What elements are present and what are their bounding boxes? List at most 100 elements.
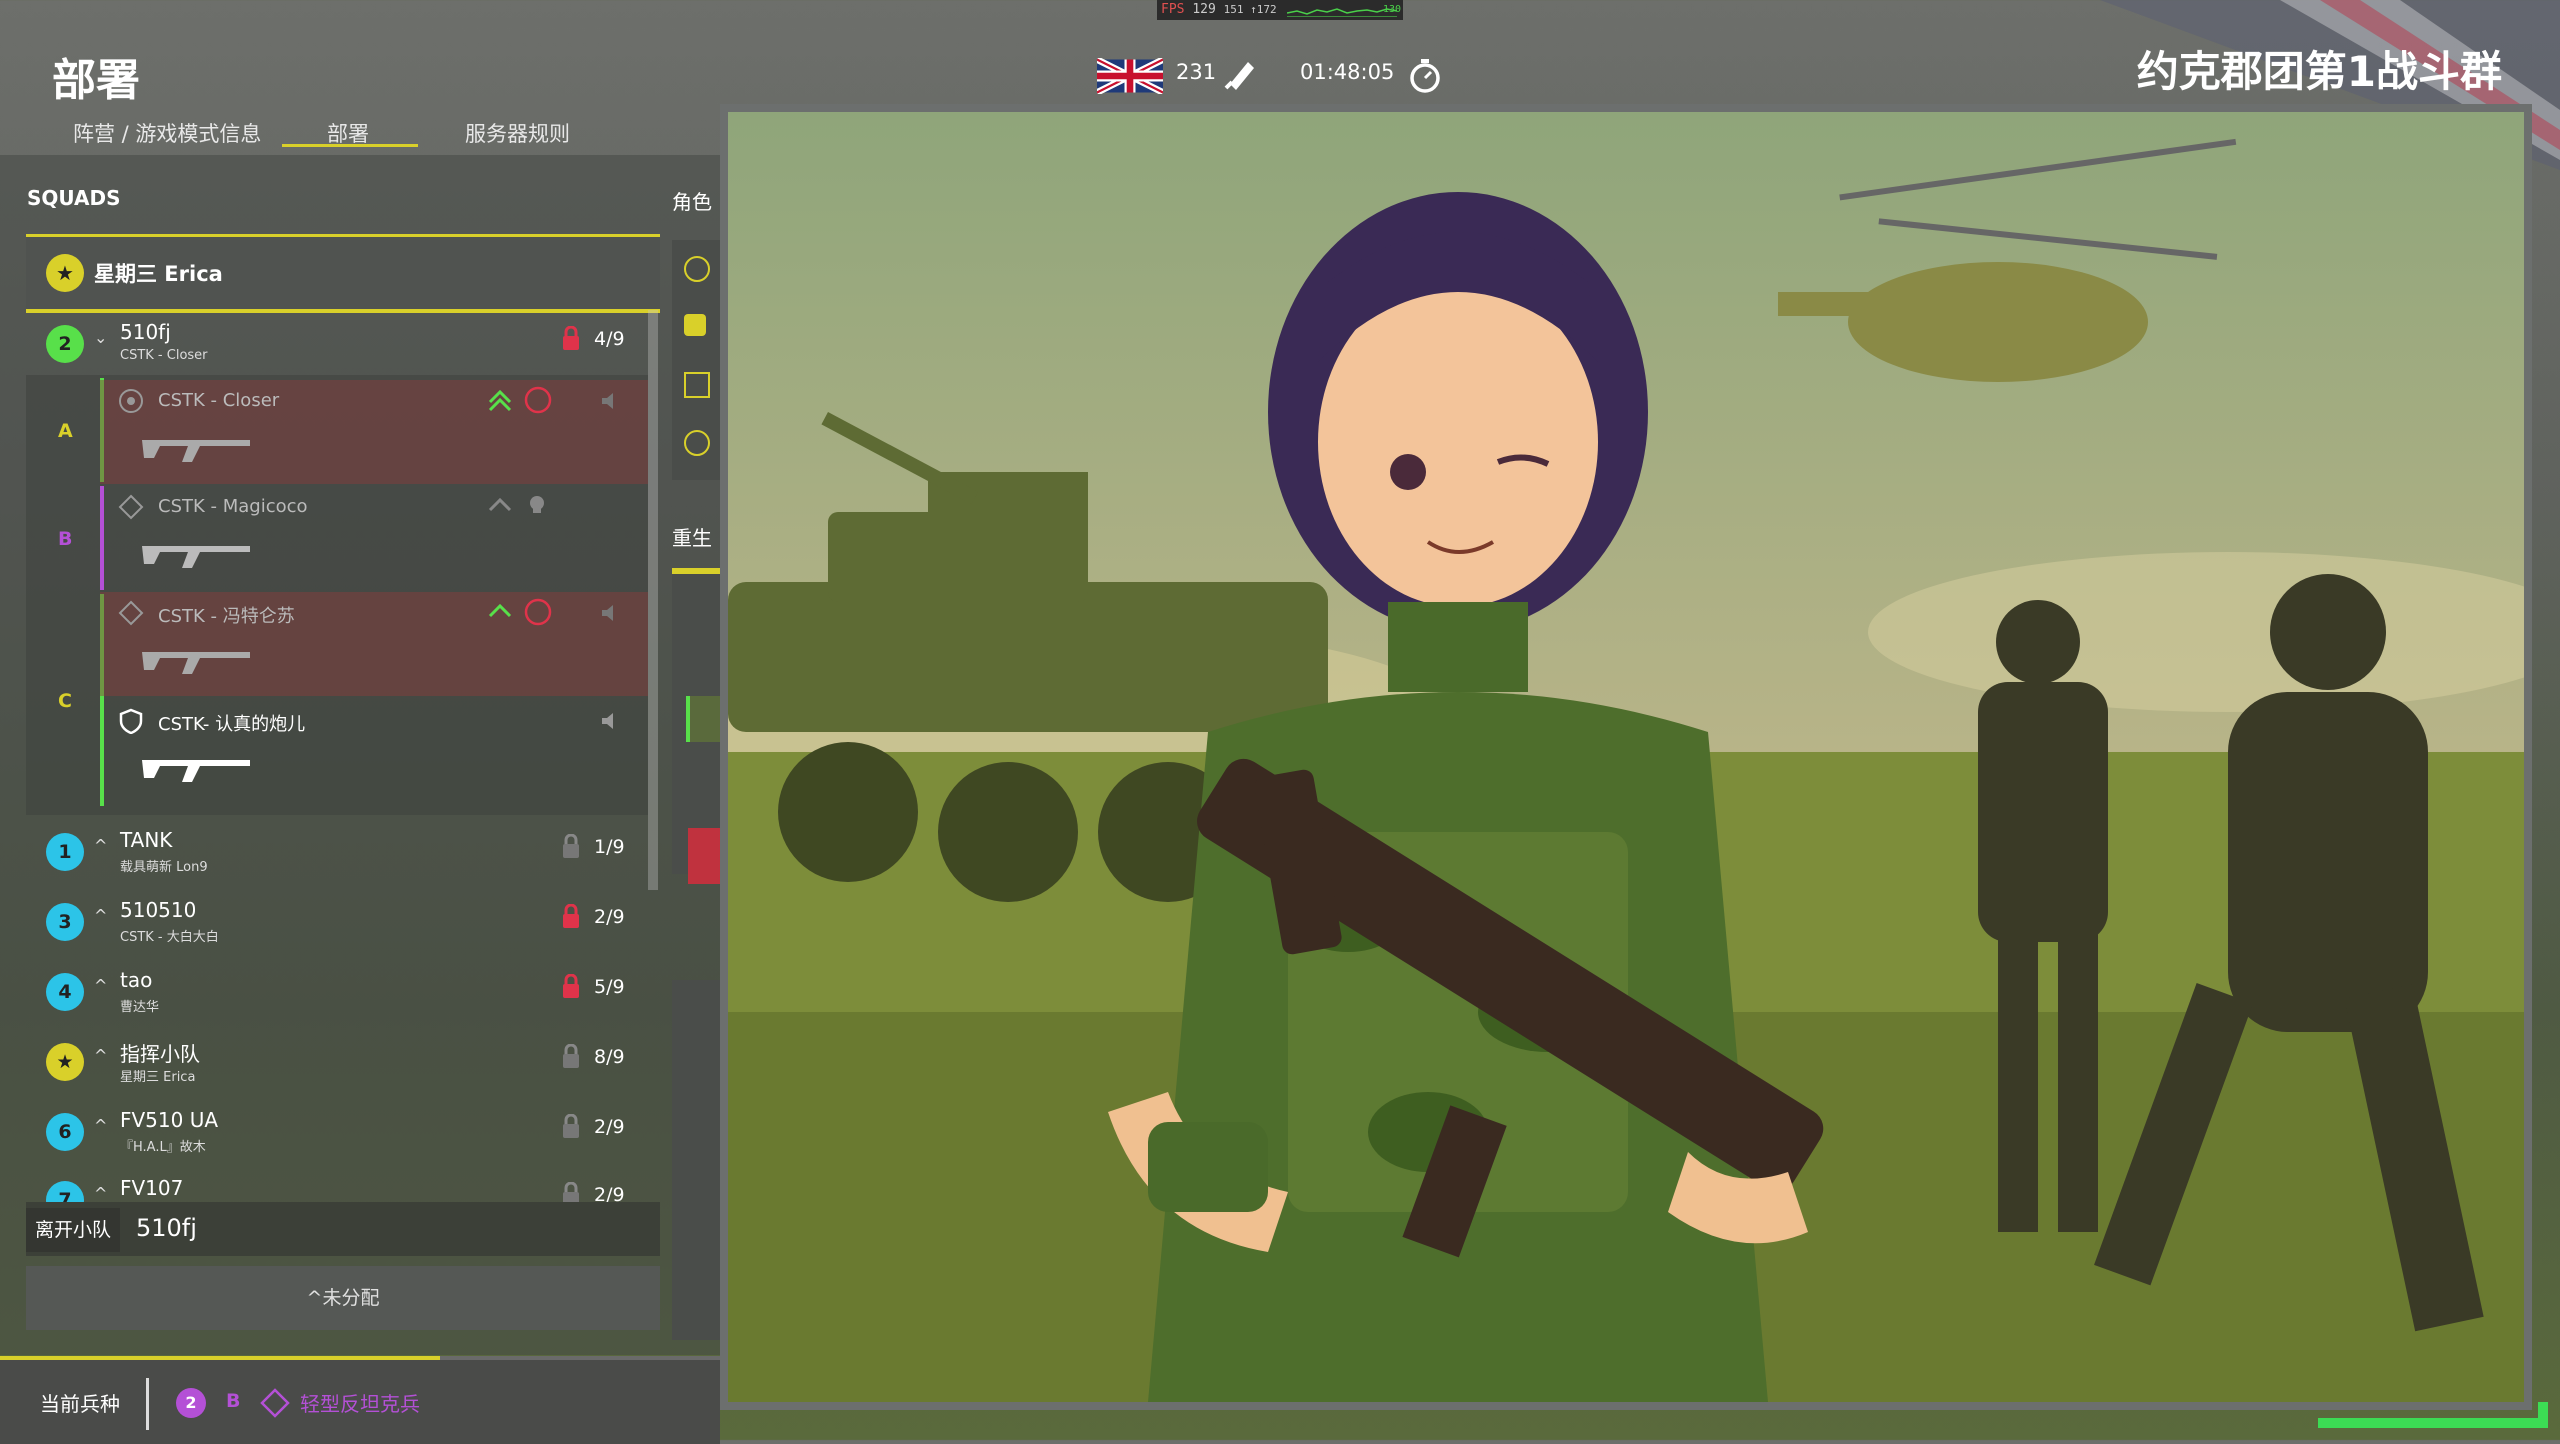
- tab-server-rules[interactable]: 服务器规则: [465, 118, 570, 148]
- squad-member[interactable]: CSTK - 冯特仑苏: [100, 592, 648, 696]
- squad-row-1[interactable]: 1 ^ TANK 载具萌新 Lon9 1/9: [26, 816, 648, 884]
- squad-name: tao: [120, 968, 153, 992]
- status-icon: [524, 598, 552, 626]
- member-name: CSTK - Magicoco: [158, 496, 308, 517]
- role-icon[interactable]: [684, 256, 710, 282]
- lock-icon[interactable]: [562, 326, 580, 350]
- bottom-progress: [440, 1356, 720, 1360]
- lock-icon[interactable]: [562, 1182, 580, 1202]
- fps-graph: [1286, 4, 1398, 17]
- role-panel: 重生: [672, 240, 724, 1350]
- role-icon[interactable]: [684, 372, 710, 398]
- role-icon: [119, 389, 143, 413]
- rank-chevron-icon: [488, 389, 512, 412]
- ticket-icon: [1224, 62, 1254, 90]
- commander-row[interactable]: ★ 星期三 Erica: [26, 234, 660, 313]
- lock-icon[interactable]: [562, 974, 580, 998]
- collapse-icon[interactable]: ⌄: [94, 328, 107, 347]
- squad-row-6[interactable]: 6 ^ FV510 UA 『H.A.L』故木 2/9: [26, 1096, 648, 1164]
- squad-row-4[interactable]: 4 ^ tao 曹达华 5/9: [26, 956, 648, 1024]
- role-icon: [118, 600, 144, 626]
- ticket-count: 231: [1176, 60, 1217, 84]
- squad-number-badge: 2: [176, 1388, 206, 1418]
- squad-leader: CSTK - 大白大白: [120, 930, 219, 945]
- squad-row-command[interactable]: ★ ^ 指挥小队 星期三 Erica 8/9: [26, 1026, 648, 1094]
- squad-name: 510510: [120, 898, 197, 922]
- leave-squad-row: [26, 1202, 660, 1256]
- squad-name: TANK: [120, 828, 173, 852]
- selected-spawn[interactable]: [686, 696, 724, 742]
- lock-icon[interactable]: [562, 1114, 580, 1138]
- squad-count: 8/9: [594, 1046, 625, 1068]
- squad-count: 2/9: [594, 1116, 625, 1138]
- leave-squad-button[interactable]: 离开小队: [26, 1208, 120, 1252]
- squad-member[interactable]: CSTK - Closer: [100, 380, 648, 484]
- rank-chevron-icon: [488, 603, 512, 618]
- expand-icon[interactable]: ^: [94, 1116, 107, 1135]
- tab-faction-info[interactable]: 阵营 / 游戏模式信息: [73, 118, 261, 148]
- divider: [146, 1378, 149, 1430]
- speaker-icon[interactable]: [598, 710, 620, 732]
- rifle-icon: [142, 760, 250, 782]
- expand-icon[interactable]: ^: [94, 836, 107, 855]
- role-icon[interactable]: [684, 430, 710, 456]
- squad-name: 510fj: [120, 320, 171, 344]
- squad-leader: 『H.A.L』故木: [120, 1140, 206, 1155]
- squad-leader: CSTK - Closer: [120, 348, 208, 363]
- squad-count: 2/9: [594, 906, 625, 928]
- squad-leader: 载具萌新 Lon9: [120, 860, 208, 875]
- rifle-icon: [142, 546, 250, 568]
- speaker-icon[interactable]: [598, 390, 620, 412]
- expand-icon[interactable]: ^: [94, 976, 107, 995]
- squad-number-badge: 6: [46, 1113, 84, 1151]
- squad-number-badge: 4: [46, 973, 84, 1011]
- squad-member[interactable]: CSTK - Magicoco: [100, 486, 648, 590]
- lock-icon[interactable]: [562, 1044, 580, 1068]
- shield-icon: [119, 708, 143, 734]
- squad-name: 指挥小队: [120, 1042, 200, 1066]
- squads-heading: SQUADS: [27, 186, 121, 210]
- squad-number-badge: 7: [46, 1181, 84, 1202]
- squad-count: 5/9: [594, 976, 625, 998]
- respawn-heading: 重生: [672, 526, 712, 550]
- lock-icon[interactable]: [562, 904, 580, 928]
- squad-name: FV107: [120, 1176, 184, 1200]
- spawn-marker[interactable]: [688, 828, 720, 884]
- squad-leader: 星期三 Erica: [120, 1070, 196, 1085]
- expand-icon[interactable]: ^: [94, 1046, 107, 1065]
- member-name: CSTK - Closer: [158, 390, 280, 411]
- speaker-icon[interactable]: [598, 602, 620, 624]
- rifle-icon: [142, 440, 250, 462]
- member-name: CSTK - 冯特仑苏: [158, 606, 295, 627]
- active-tab-indicator: [282, 144, 418, 147]
- squad-row-2[interactable]: 2 ⌄ 510fj CSTK - Closer 4/9: [26, 308, 648, 376]
- squad-count: 2/9: [594, 1184, 625, 1202]
- squad-name: FV510 UA: [120, 1108, 219, 1132]
- star-icon: ★: [46, 1043, 84, 1081]
- fps-value: 129: [1192, 2, 1216, 17]
- anime-soldier-illustration: [728, 112, 2524, 1402]
- role-icon[interactable]: [684, 314, 706, 336]
- current-class-label: 当前兵种: [40, 1392, 120, 1416]
- scrollbar[interactable]: [648, 310, 658, 890]
- lock-icon[interactable]: [562, 834, 580, 858]
- chat-log: [672, 980, 720, 1340]
- expand-icon[interactable]: ^: [94, 906, 107, 925]
- expand-icon[interactable]: ^: [94, 1184, 107, 1202]
- squad-member[interactable]: CSTK- 认真的炮儿: [100, 700, 648, 804]
- match-timer: 01:48:05: [1300, 60, 1395, 84]
- fps-counter: FPS 129 151 ↑172 130: [1157, 0, 1403, 20]
- squad-row-7[interactable]: 7 ^ FV107 2/9: [26, 1164, 648, 1202]
- star-icon: ★: [46, 254, 84, 292]
- squad-row-3[interactable]: 3 ^ 510510 CSTK - 大白大白 2/9: [26, 886, 648, 954]
- current-squad-name: 510fj: [136, 1214, 197, 1242]
- rifle-icon: [142, 652, 250, 674]
- status-icon: [524, 386, 552, 414]
- fireteam-label-c: C: [58, 690, 72, 712]
- loading-artwork: [720, 104, 2532, 1410]
- role-diamond-icon: [260, 1388, 290, 1418]
- fireteam-label-b: B: [58, 528, 73, 550]
- unassigned-toggle[interactable]: ^未分配: [26, 1266, 660, 1330]
- current-class-name: 轻型反坦克兵: [300, 1392, 420, 1416]
- fps-extra: 151 ↑172: [1223, 3, 1277, 16]
